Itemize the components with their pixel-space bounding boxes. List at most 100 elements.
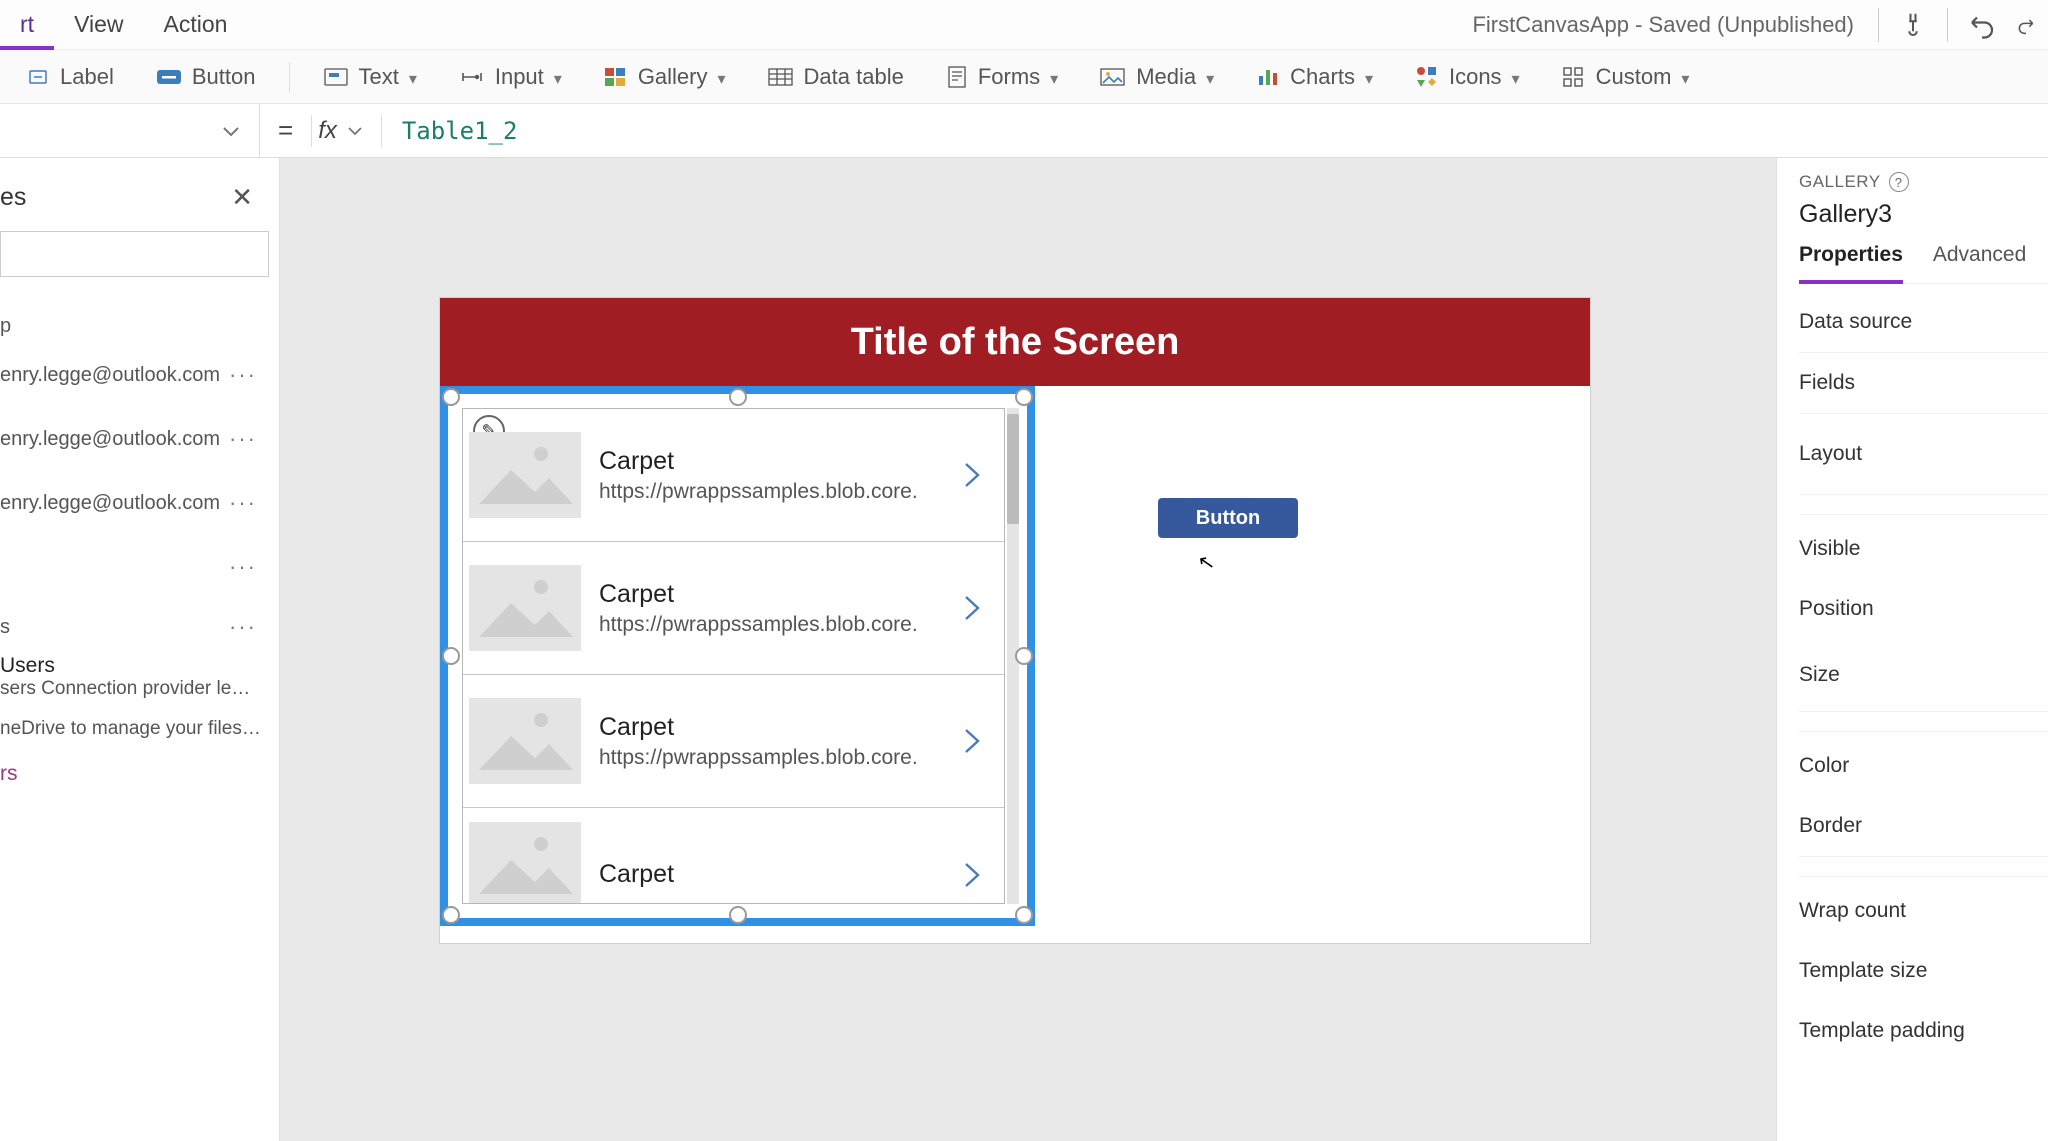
chevron-right-icon[interactable] <box>952 593 992 623</box>
prop-border[interactable]: Border <box>1799 796 2048 857</box>
divider <box>289 62 290 92</box>
item-subtitle: https://pwrappssamples.blob.core. <box>599 613 934 637</box>
resize-handle[interactable] <box>442 906 460 924</box>
chevron-down-icon <box>718 64 726 90</box>
ribbon-text-button[interactable]: Text <box>316 60 424 94</box>
ribbon-custom-button[interactable]: Custom <box>1554 60 1698 94</box>
chevron-down-icon <box>409 64 417 90</box>
menu-bar: rt View Action FirstCanvasApp - Saved (U… <box>0 0 2048 50</box>
ribbon-charts-button[interactable]: Charts <box>1248 60 1381 94</box>
resize-handle[interactable] <box>442 647 460 665</box>
menu-view[interactable]: View <box>54 0 143 49</box>
mouse-cursor-icon: ↖ <box>1196 549 1217 577</box>
ribbon-input-button[interactable]: Input <box>451 60 570 94</box>
property-selector[interactable] <box>0 104 260 157</box>
ribbon-text-label: Text <box>358 64 398 90</box>
app-checker-icon[interactable] <box>1893 5 1933 45</box>
ribbon-media-button[interactable]: Media <box>1092 60 1222 94</box>
ribbon-charts-label: Charts <box>1290 64 1355 90</box>
prop-size[interactable]: Size <box>1799 639 2048 712</box>
ribbon-label-text: Label <box>60 64 114 90</box>
screen-title-label[interactable]: Title of the Screen <box>440 298 1590 386</box>
chevron-down-icon <box>1206 64 1214 90</box>
resize-handle[interactable] <box>442 388 460 406</box>
ribbon: Label Button Text Input Gallery <box>0 50 2048 104</box>
prop-position[interactable]: Position <box>1799 579 2048 639</box>
gallery-item[interactable]: Carpet https://pwrappssamples.blob.core. <box>463 542 1004 675</box>
item-subtitle: https://pwrappssamples.blob.core. <box>599 746 934 770</box>
chevron-down-icon <box>1681 64 1689 90</box>
chevron-right-icon[interactable] <box>952 860 992 890</box>
prop-layout[interactable]: Layout <box>1799 414 2048 495</box>
prop-templatepadding[interactable]: Template padding <box>1799 1001 2048 1061</box>
left-row-label: s <box>0 616 10 639</box>
prop-templatesize[interactable]: Template size <box>1799 941 2048 1001</box>
ribbon-label-button[interactable]: Label <box>18 60 122 94</box>
fx-label: fx <box>318 117 337 145</box>
item-title: Carpet <box>599 713 934 742</box>
scrollbar-thumb[interactable] <box>1007 414 1019 524</box>
menu-insert[interactable]: rt <box>0 0 54 49</box>
left-entry[interactable]: enry.legge@outlook.com <box>0 428 220 451</box>
ribbon-icons-button[interactable]: Icons <box>1407 60 1528 94</box>
gallery-item[interactable]: Carpet https://pwrappssamples.blob.core. <box>463 675 1004 808</box>
divider <box>1799 857 2048 877</box>
ribbon-datatable-button[interactable]: Data table <box>760 60 912 94</box>
resize-handle[interactable] <box>729 906 747 924</box>
ribbon-gallery-button[interactable]: Gallery <box>596 60 734 94</box>
resize-handle[interactable] <box>1015 647 1033 665</box>
ribbon-input-label: Input <box>495 64 544 90</box>
item-subtitle: https://pwrappssamples.blob.core. <box>599 480 934 504</box>
resize-handle[interactable] <box>1015 388 1033 406</box>
ribbon-button-button[interactable]: Button <box>148 60 264 94</box>
prop-color[interactable]: Color <box>1799 736 2048 796</box>
fx-button[interactable]: fx <box>312 117 381 145</box>
prop-wrapcount[interactable]: Wrap count <box>1799 881 2048 941</box>
prop-visible[interactable]: Visible <box>1799 519 2048 579</box>
canvas-area[interactable]: Title of the Screen ✎ Carpet https://p <box>280 158 1776 1141</box>
canvas-button-control[interactable]: Button <box>1158 498 1298 538</box>
menu-action[interactable]: Action <box>144 0 248 49</box>
close-icon[interactable]: ✕ <box>221 178 263 217</box>
left-users-desc: sers Connection provider lets you ... <box>0 678 265 700</box>
ribbon-media-label: Media <box>1136 64 1196 90</box>
screen-canvas[interactable]: Title of the Screen ✎ Carpet https://p <box>440 298 1590 943</box>
left-search-input[interactable] <box>0 231 269 277</box>
redo-icon[interactable] <box>2016 5 2036 45</box>
resize-handle[interactable] <box>1015 906 1033 924</box>
divider <box>1799 712 2048 732</box>
more-icon[interactable]: ··· <box>223 610 263 644</box>
image-placeholder-icon <box>469 698 581 784</box>
image-placeholder-icon <box>469 565 581 651</box>
image-placeholder-icon <box>469 432 581 518</box>
help-icon[interactable]: ? <box>1889 172 1909 192</box>
left-panel-title: es <box>0 183 26 212</box>
formula-bar: = fx Table1_2 <box>0 104 2048 158</box>
chevron-right-icon[interactable] <box>952 460 992 490</box>
gallery-item[interactable]: ✎ Carpet https://pwrappssamples.blob.cor… <box>463 409 1004 542</box>
divider <box>1947 8 1948 42</box>
prop-fields[interactable]: Fields <box>1799 353 2048 414</box>
resize-handle[interactable] <box>729 388 747 406</box>
more-icon[interactable]: ··· <box>223 486 263 520</box>
ribbon-forms-button[interactable]: Forms <box>938 60 1066 94</box>
ribbon-button-text: Button <box>192 64 256 90</box>
formula-input[interactable]: Table1_2 <box>382 117 2048 145</box>
left-entry[interactable]: enry.legge@outlook.com <box>0 364 220 387</box>
tab-properties[interactable]: Properties <box>1799 243 1903 275</box>
prop-data-source[interactable]: Data source <box>1799 292 2048 353</box>
chevron-down-icon <box>1050 64 1058 90</box>
more-icon[interactable]: ··· <box>223 422 263 456</box>
gallery-control[interactable]: ✎ Carpet https://pwrappssamples.blob.cor… <box>440 386 1035 926</box>
undo-icon[interactable] <box>1962 5 2002 45</box>
left-users-title[interactable]: Users <box>0 654 265 678</box>
left-trailing[interactable]: rs <box>0 762 279 786</box>
more-icon[interactable]: ··· <box>223 550 263 584</box>
left-onedrive-desc: neDrive to manage your files. Yo... <box>0 718 279 740</box>
tab-advanced[interactable]: Advanced <box>1933 243 2026 275</box>
gallery-item[interactable]: Carpet <box>463 808 1004 904</box>
chevron-down-icon <box>1512 64 1520 90</box>
left-entry[interactable]: enry.legge@outlook.com <box>0 492 220 515</box>
chevron-right-icon[interactable] <box>952 726 992 756</box>
more-icon[interactable]: ··· <box>223 358 263 392</box>
